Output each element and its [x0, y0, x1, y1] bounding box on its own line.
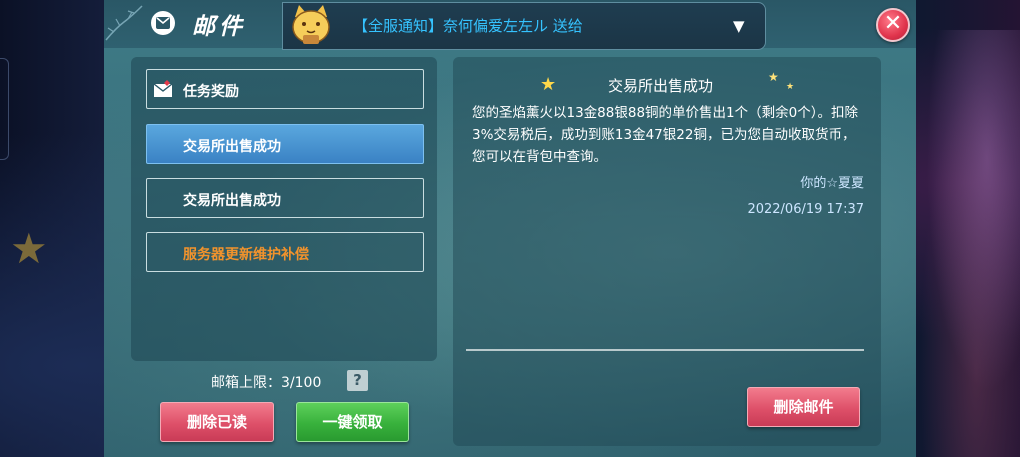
mail-item-label: 交易所出售成功 — [183, 139, 281, 155]
star-icon: ★ — [768, 70, 779, 84]
page-title: 邮件 — [192, 14, 246, 40]
mail-icon — [151, 11, 175, 35]
claim-all-button[interactable]: 一键领取 — [296, 402, 409, 442]
mail-item-label: 任务奖励 — [183, 84, 239, 100]
close-button[interactable]: ✕ — [876, 8, 910, 42]
side-handle[interactable] — [0, 58, 9, 160]
reward-envelope-icon — [153, 80, 173, 97]
delete-mail-button[interactable]: 删除邮件 — [747, 387, 860, 427]
mail-item-task-reward[interactable]: 任务奖励 — [146, 69, 424, 109]
star-icon: ★ — [540, 74, 557, 95]
mail-date: 2022/06/19 17:37 — [747, 202, 864, 217]
mail-item-trade-sold[interactable]: 交易所出售成功 — [146, 178, 424, 218]
mail-item-label: 交易所出售成功 — [183, 193, 281, 209]
delete-read-button[interactable]: 删除已读 — [160, 402, 274, 442]
star-icon: ★ — [786, 82, 795, 92]
dropdown-arrow-icon[interactable]: ▼ — [733, 17, 745, 35]
mail-item-maintenance-compensation[interactable]: 服务器更新维护补偿 — [146, 232, 424, 272]
background-character — [910, 30, 1020, 457]
background-star-icon: ★ — [10, 224, 48, 273]
announcement-bar[interactable]: 【全服通知】奈何偏爱左左ル 送给 ▼ — [282, 2, 766, 50]
mail-sender: 你的☆夏夏 — [800, 176, 864, 191]
mail-item-trade-sold-selected[interactable]: 交易所出售成功 — [146, 124, 424, 164]
cat-avatar-icon — [292, 5, 330, 44]
mailbox-capacity: 邮箱上限：3/100 — [211, 375, 322, 391]
branch-decoration-icon — [105, 5, 143, 41]
mail-detail-body: 您的圣焰薰火以13金88银88铜的单价售出1个（剩余0个）。扣除3%交易税后，成… — [472, 105, 858, 165]
attachment-divider — [466, 349, 864, 351]
mail-item-label: 服务器更新维护补偿 — [183, 247, 309, 263]
announcement-text: 【全服通知】奈何偏爱左左ル 送给 — [353, 17, 583, 35]
close-icon: ✕ — [883, 11, 903, 36]
mail-detail-title: 交易所出售成功 — [608, 77, 714, 95]
help-icon[interactable]: ? — [347, 370, 368, 391]
